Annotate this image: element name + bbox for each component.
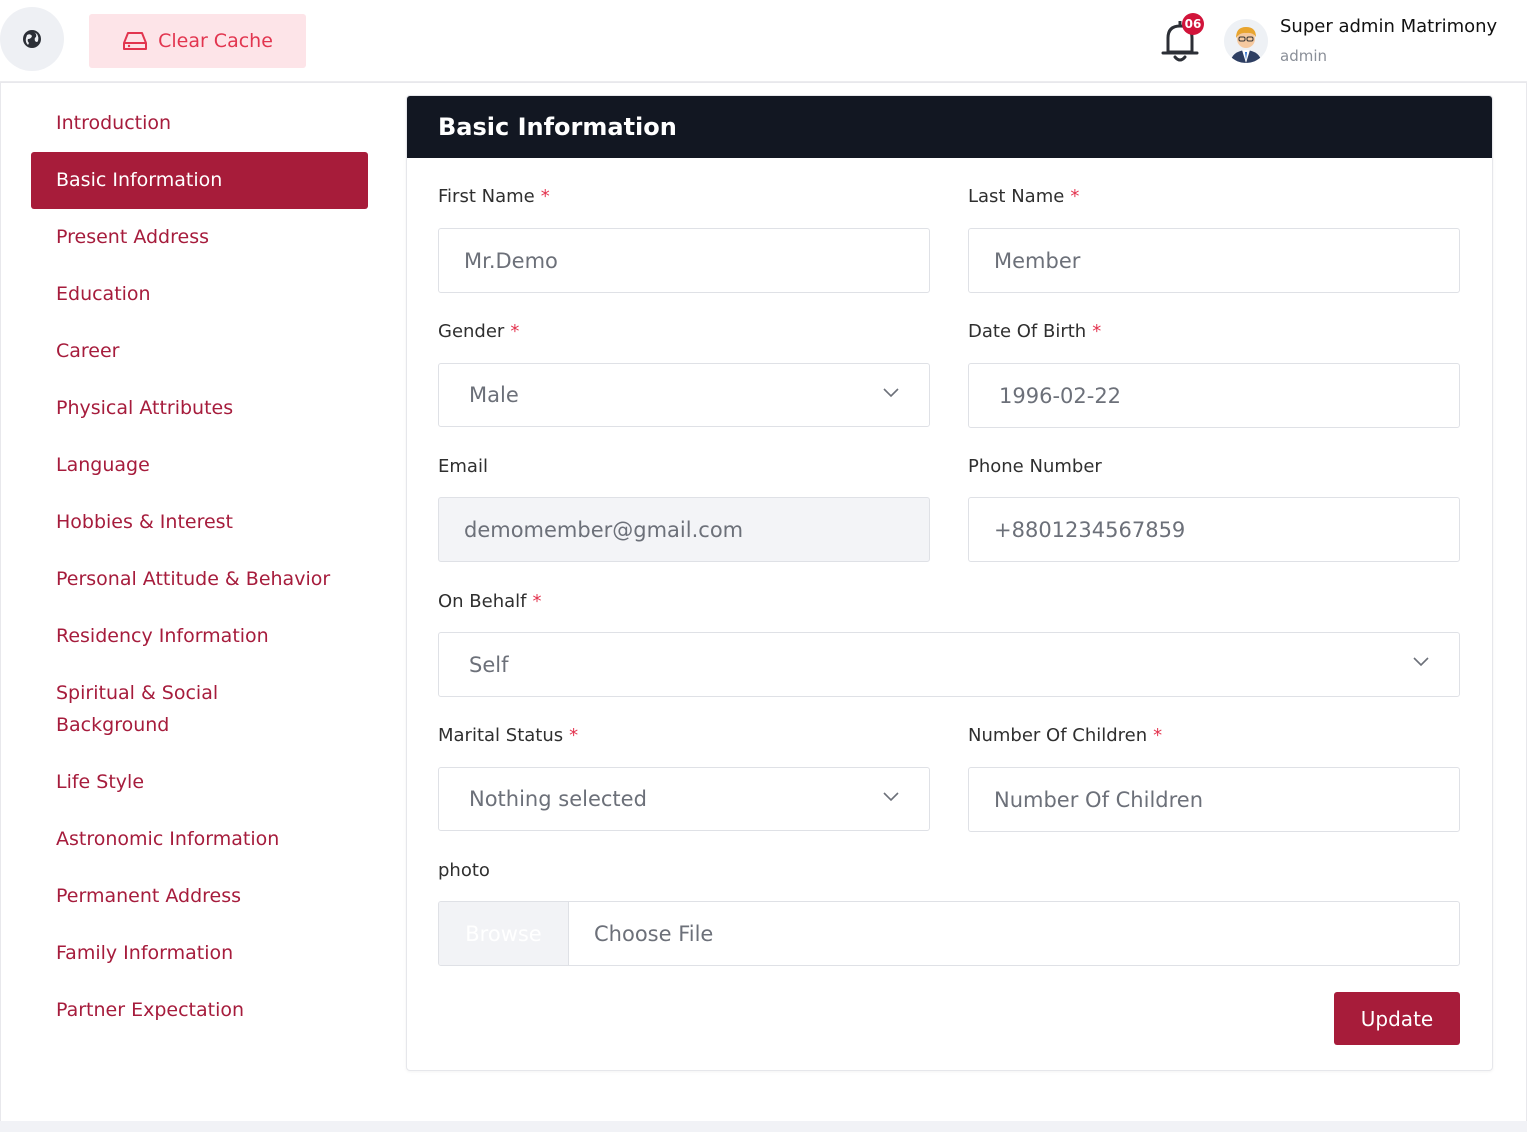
clear-cache-label: Clear Cache xyxy=(158,30,273,52)
notification-count-badge: 06 xyxy=(1182,13,1204,35)
sidebar-item-physical-attributes[interactable]: Physical Attributes xyxy=(31,380,368,437)
required-mark: * xyxy=(1092,321,1102,342)
photo-file-input[interactable]: Browse Choose File xyxy=(438,901,1460,966)
user-avatar-icon xyxy=(1224,19,1268,63)
last-name-input[interactable]: Member xyxy=(968,228,1460,293)
email-label: Email xyxy=(438,456,488,477)
profile-sections-nav: Introduction Basic Information Present A… xyxy=(31,95,368,1039)
number-of-children-input[interactable]: Number Of Children xyxy=(968,767,1460,832)
sidebar-item-language[interactable]: Language xyxy=(31,437,368,494)
chevron-down-icon xyxy=(883,388,899,398)
card-header: Basic Information xyxy=(407,96,1492,158)
chevron-down-icon xyxy=(1413,657,1429,667)
clear-cache-button[interactable]: Clear Cache xyxy=(89,14,306,68)
photo-label: photo xyxy=(438,860,490,881)
top-bar: Clear Cache 06 Super admin Matrimony adm… xyxy=(0,0,1527,82)
sidebar-item-career[interactable]: Career xyxy=(31,323,368,380)
sidebar-item-education[interactable]: Education xyxy=(31,266,368,323)
marital-status-label: Marital Status * xyxy=(438,725,579,746)
date-of-birth-input[interactable]: 1996-02-22 xyxy=(968,363,1460,428)
globe-icon xyxy=(23,30,41,48)
required-mark: * xyxy=(532,591,542,612)
first-name-label: First Name * xyxy=(438,186,550,207)
required-mark: * xyxy=(1070,186,1080,207)
children-label: Number Of Children * xyxy=(968,725,1163,746)
sidebar-item-family-information[interactable]: Family Information xyxy=(31,925,368,982)
sidebar-item-residency-information[interactable]: Residency Information xyxy=(31,608,368,665)
sidebar-item-spiritual-social-background[interactable]: Spiritual & Social Background xyxy=(31,665,368,754)
hard-drive-icon xyxy=(123,32,148,50)
choose-file-text: Choose File xyxy=(594,921,714,946)
email-field: demomember@gmail.com xyxy=(438,497,930,562)
sidebar-item-hobbies-interest[interactable]: Hobbies & Interest xyxy=(31,494,368,551)
update-button[interactable]: Update xyxy=(1334,992,1460,1045)
last-name-label: Last Name * xyxy=(968,186,1080,207)
page-footer-strip xyxy=(0,1121,1527,1132)
required-mark: * xyxy=(569,725,579,746)
user-role: admin xyxy=(1280,47,1327,65)
phone-number-input[interactable]: +8801234567859 xyxy=(968,497,1460,562)
sidebar-item-life-style[interactable]: Life Style xyxy=(31,754,368,811)
avatar[interactable] xyxy=(1224,19,1268,63)
sidebar-item-partner-expectation[interactable]: Partner Expectation xyxy=(31,982,368,1039)
sidebar-item-introduction[interactable]: Introduction xyxy=(31,95,368,152)
first-name-input[interactable]: Mr.Demo xyxy=(438,228,930,293)
required-mark: * xyxy=(1153,725,1163,746)
on-behalf-select[interactable]: Self xyxy=(438,632,1460,697)
phone-label: Phone Number xyxy=(968,456,1102,477)
user-name[interactable]: Super admin Matrimony xyxy=(1280,16,1497,37)
on-behalf-label: On Behalf * xyxy=(438,591,542,612)
required-mark: * xyxy=(540,186,550,207)
sidebar-item-present-address[interactable]: Present Address xyxy=(31,209,368,266)
browse-button[interactable]: Browse xyxy=(439,902,569,965)
dob-label: Date Of Birth * xyxy=(968,321,1102,342)
marital-status-select[interactable]: Nothing selected xyxy=(438,767,930,831)
required-mark: * xyxy=(510,321,520,342)
sidebar-item-personal-attitude-behavior[interactable]: Personal Attitude & Behavior xyxy=(31,551,368,608)
gender-label: Gender * xyxy=(438,321,520,342)
sidebar-item-permanent-address[interactable]: Permanent Address xyxy=(31,868,368,925)
chevron-down-icon xyxy=(883,792,899,802)
sidebar-item-astronomic-information[interactable]: Astronomic Information xyxy=(31,811,368,868)
card-title: Basic Information xyxy=(438,113,677,141)
language-globe-button[interactable] xyxy=(0,7,64,71)
sidebar-item-basic-information[interactable]: Basic Information xyxy=(31,152,368,209)
gender-select[interactable]: Male xyxy=(438,363,930,427)
